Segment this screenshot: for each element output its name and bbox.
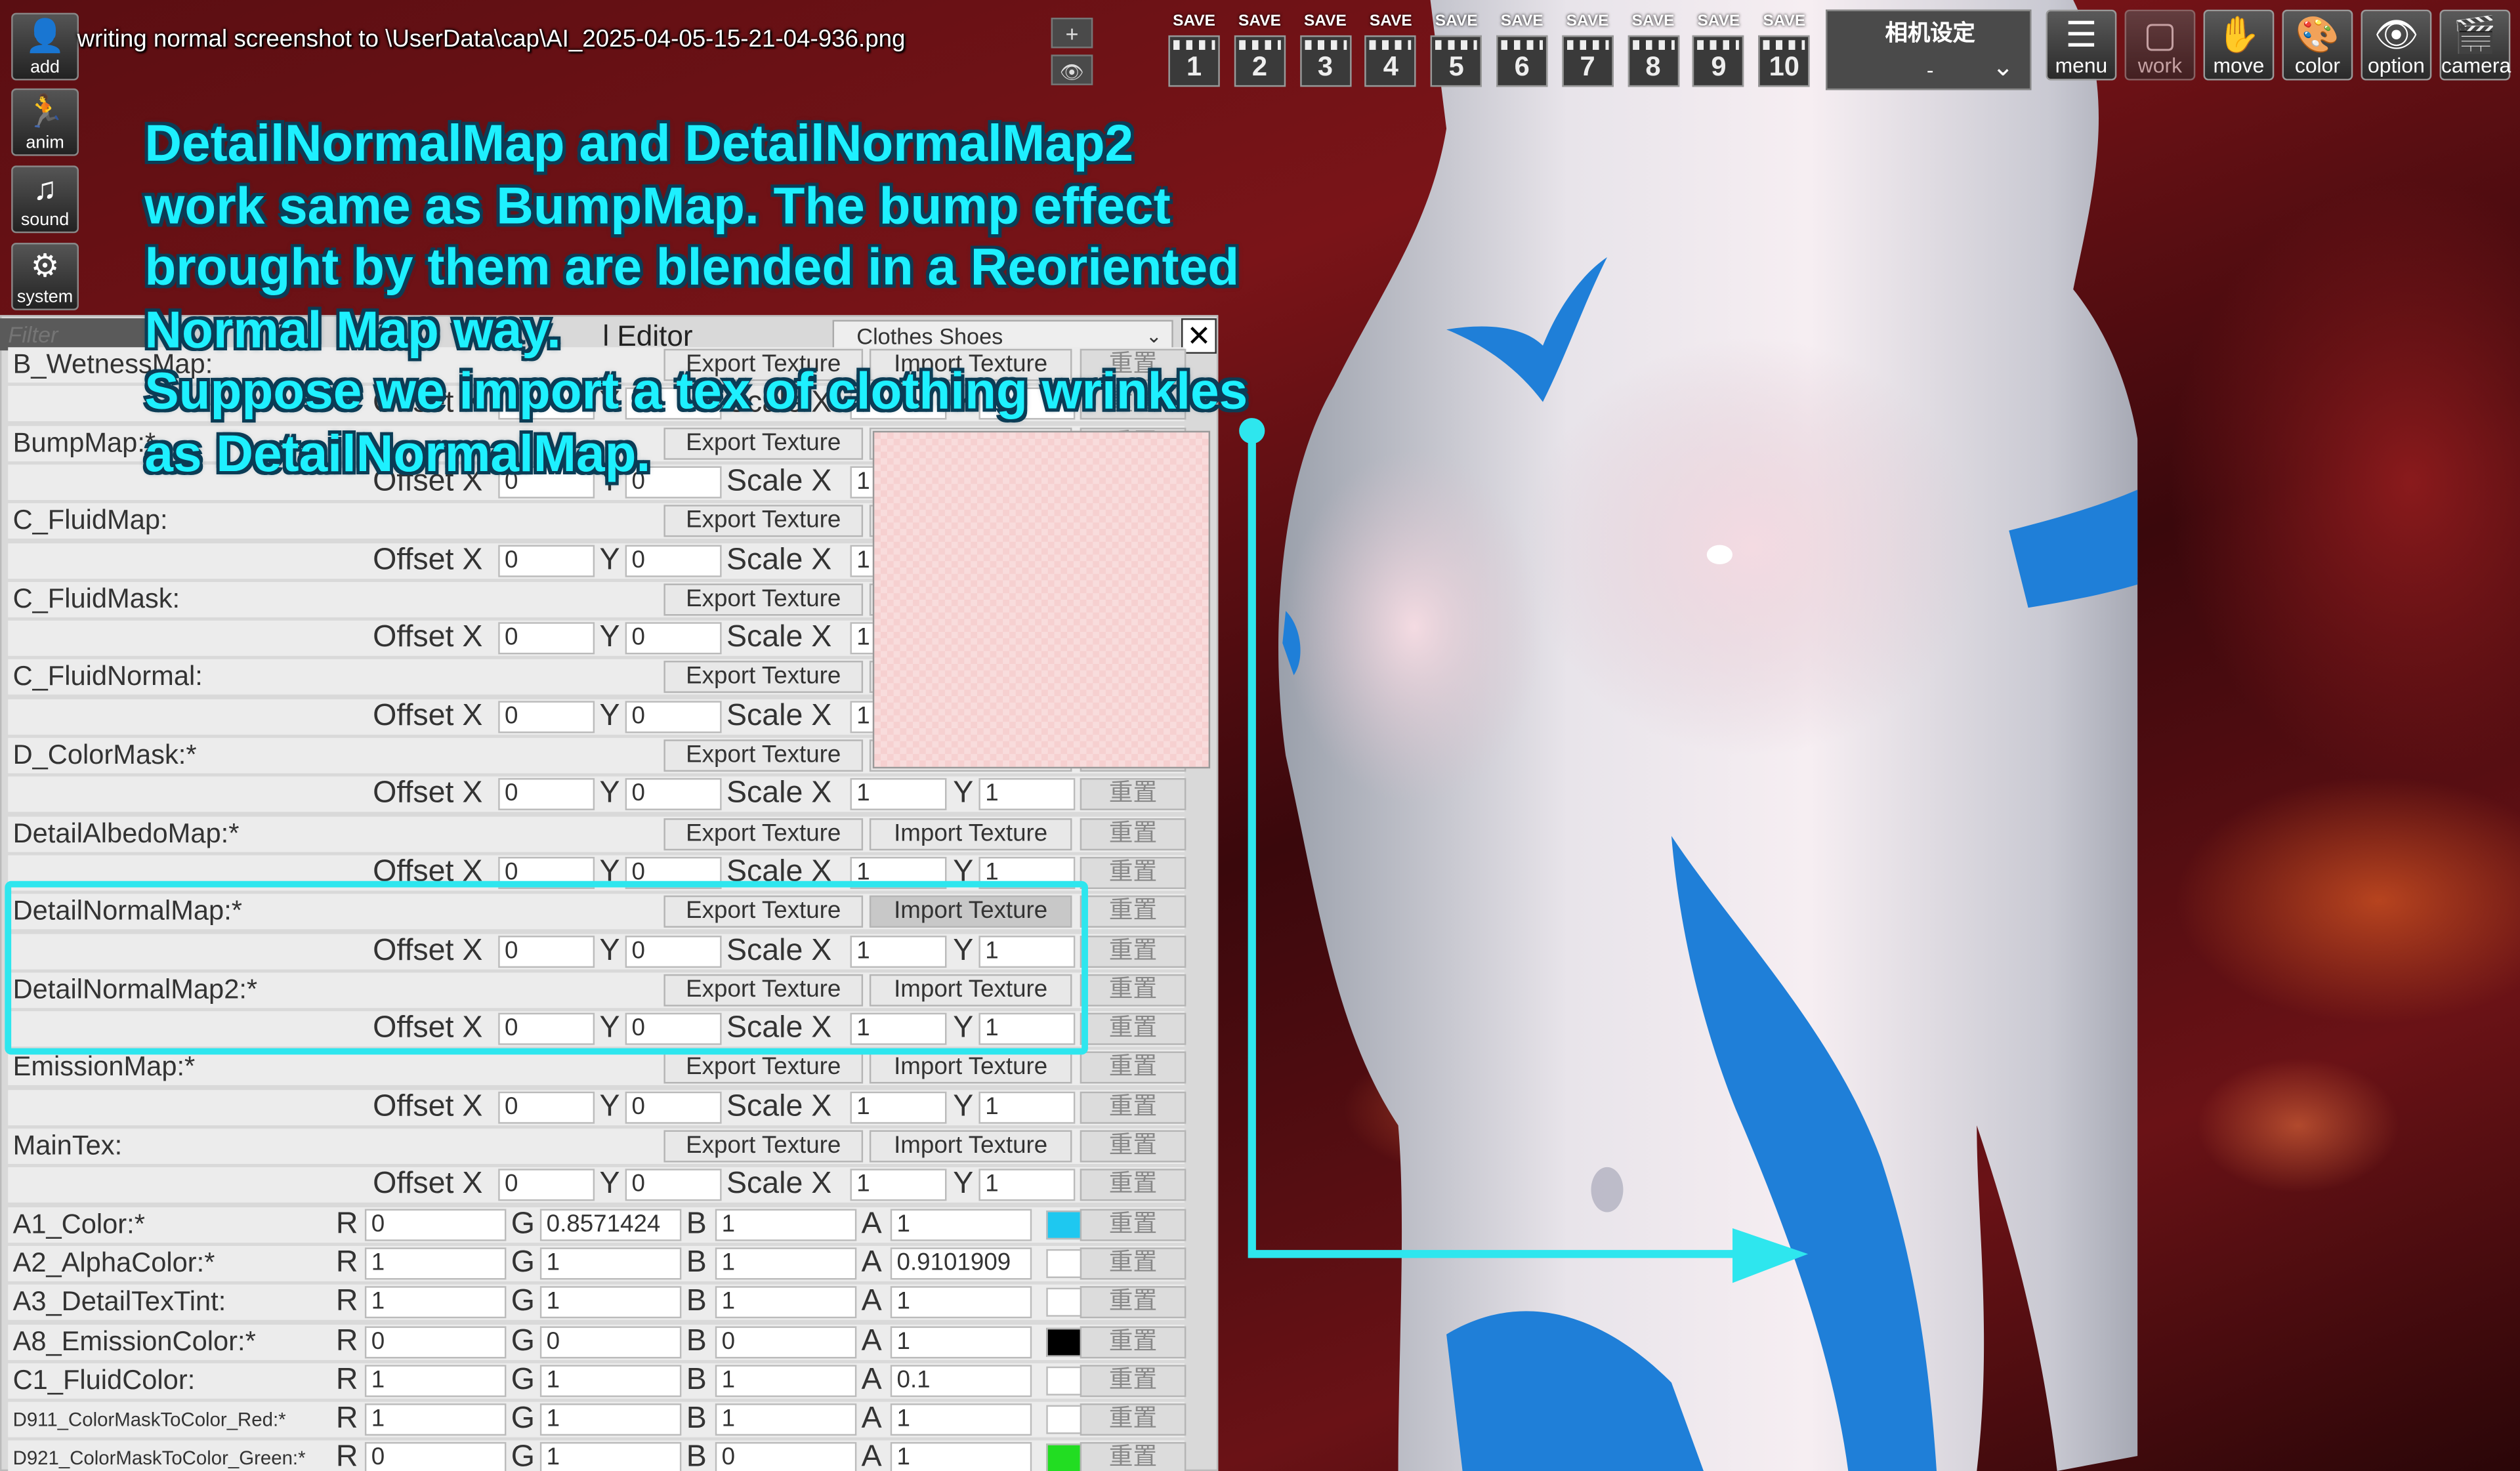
arrow-head [1732,1228,1809,1283]
annotation-arrow [1239,418,1809,1283]
arrow-line [1248,430,1744,1258]
game-viewport: 👤 add 🏃 anim ♫ sound ⚙ system writing no… [0,0,2520,1471]
